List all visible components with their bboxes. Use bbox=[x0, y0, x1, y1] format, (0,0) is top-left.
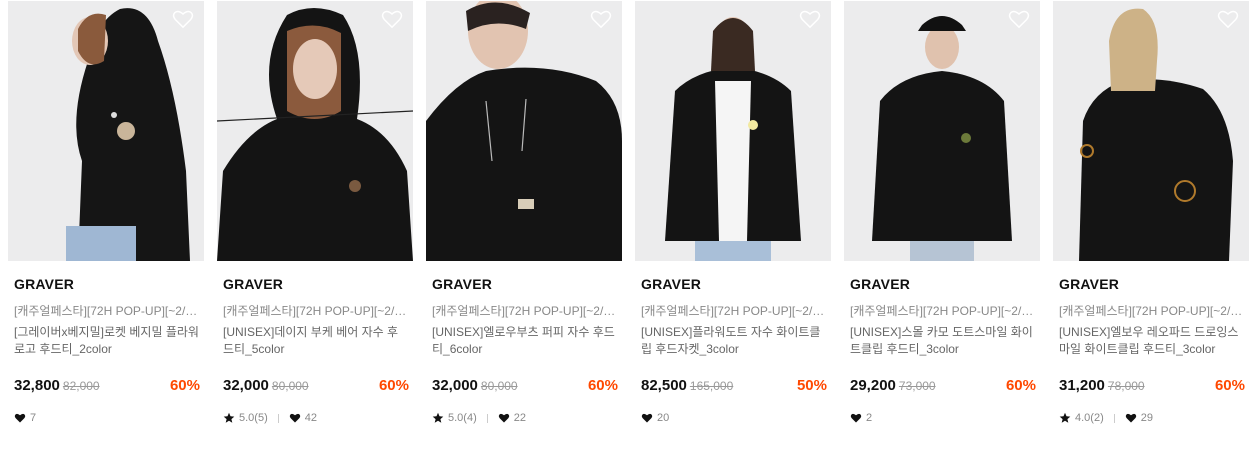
rating: 4.0(2) bbox=[1075, 412, 1104, 424]
product-meta: 7 bbox=[14, 412, 36, 424]
meta-divider bbox=[277, 413, 279, 423]
wishlist-heart-icon[interactable] bbox=[799, 9, 821, 29]
like-count: 42 bbox=[304, 412, 317, 424]
event-label: [캐주얼페스타][72H POP-UP][~2/13... bbox=[641, 304, 829, 318]
heart-icon bbox=[1125, 413, 1136, 423]
sale-price: 31,200 bbox=[1059, 377, 1105, 394]
product-photo-placeholder bbox=[1053, 1, 1249, 261]
product-name[interactable]: [UNISEX]스몰 카모 도트스마일 화이트클립 후드티_3color bbox=[850, 324, 1036, 358]
product-image[interactable] bbox=[426, 1, 622, 261]
brand-name[interactable]: GRAVER bbox=[223, 276, 283, 292]
product-image[interactable] bbox=[217, 1, 413, 261]
original-price: 73,000 bbox=[898, 379, 936, 393]
brand-name[interactable]: GRAVER bbox=[641, 276, 701, 292]
product-image[interactable] bbox=[635, 1, 831, 261]
wishlist-heart-icon[interactable] bbox=[1008, 9, 1030, 29]
sale-price: 32,000 bbox=[432, 377, 478, 394]
product-card[interactable]: GRAVER [캐주얼페스타][72H POP-UP][~2/13... [UN… bbox=[426, 0, 622, 450]
price: 82,500 165,000 bbox=[641, 377, 733, 394]
brand-name[interactable]: GRAVER bbox=[432, 276, 492, 292]
heart-icon bbox=[641, 413, 653, 423]
event-label: [캐주얼페스타][72H POP-UP][~2/13... bbox=[223, 304, 411, 318]
original-price: 78,000 bbox=[1107, 379, 1145, 393]
original-price: 80,000 bbox=[480, 379, 518, 393]
product-meta: 2 bbox=[850, 412, 872, 424]
product-meta: 5.0(5) 42 bbox=[223, 412, 317, 424]
rating: 5.0(5) bbox=[239, 412, 268, 424]
sale-price: 32,800 bbox=[14, 377, 60, 394]
product-grid: GRAVER [캐주얼페스타][72H POP-UP][~2/13... [그레… bbox=[8, 0, 1249, 450]
discount-rate: 60% bbox=[1005, 377, 1036, 394]
heart-icon bbox=[498, 413, 509, 423]
discount-rate: 60% bbox=[1214, 377, 1245, 394]
product-meta: 20 bbox=[641, 412, 669, 424]
wishlist-heart-icon[interactable] bbox=[1217, 9, 1239, 29]
like-count: 2 bbox=[866, 412, 873, 424]
product-card[interactable]: GRAVER [캐주얼페스타][72H POP-UP][~2/13... [UN… bbox=[635, 0, 831, 450]
wishlist-heart-icon[interactable] bbox=[172, 9, 194, 29]
event-label: [캐주얼페스타][72H POP-UP][~2/13... bbox=[850, 304, 1038, 318]
heart-icon bbox=[14, 413, 26, 423]
price: 29,200 73,000 bbox=[850, 377, 936, 394]
price: 32,800 82,000 bbox=[14, 377, 100, 394]
star-icon bbox=[432, 412, 444, 423]
product-name[interactable]: [UNISEX]엘로우부츠 퍼피 자수 후드티_6color bbox=[432, 324, 618, 358]
product-image[interactable] bbox=[8, 1, 204, 261]
product-name[interactable]: [UNISEX]데이지 부케 베어 자수 후드티_5color bbox=[223, 324, 409, 358]
product-photo-placeholder bbox=[844, 1, 1040, 261]
product-photo-placeholder bbox=[426, 1, 622, 261]
product-image[interactable] bbox=[844, 1, 1040, 261]
brand-name[interactable]: GRAVER bbox=[14, 276, 74, 292]
sale-price: 32,000 bbox=[223, 377, 269, 394]
product-name[interactable]: [UNISEX]엘보우 레오파드 드로잉스마일 화이트클립 후드티_3color bbox=[1059, 324, 1245, 358]
sale-price: 29,200 bbox=[850, 377, 896, 394]
wishlist-heart-icon[interactable] bbox=[590, 9, 612, 29]
product-name[interactable]: [그레이버x베지밀]로켓 베지밀 플라워 로고 후드티_2color bbox=[14, 324, 200, 358]
product-photo-placeholder bbox=[635, 1, 831, 261]
brand-name[interactable]: GRAVER bbox=[850, 276, 910, 292]
like-count: 22 bbox=[513, 412, 526, 424]
original-price: 165,000 bbox=[689, 379, 734, 393]
event-label: [캐주얼페스타][72H POP-UP][~2/13... bbox=[14, 304, 202, 318]
star-icon bbox=[223, 412, 235, 423]
discount-rate: 50% bbox=[796, 377, 827, 394]
meta-divider bbox=[1113, 413, 1115, 423]
price: 32,000 80,000 bbox=[223, 377, 309, 394]
product-card[interactable]: GRAVER [캐주얼페스타][72H POP-UP][~2/13... [그레… bbox=[8, 0, 204, 450]
product-name[interactable]: [UNISEX]플라워도트 자수 화이트클립 후드자켓_3color bbox=[641, 324, 827, 358]
like-count: 20 bbox=[657, 412, 670, 424]
heart-icon bbox=[850, 413, 862, 423]
like-count: 29 bbox=[1140, 412, 1153, 424]
product-photo-placeholder bbox=[8, 1, 204, 261]
brand-name[interactable]: GRAVER bbox=[1059, 276, 1119, 292]
event-label: [캐주얼페스타][72H POP-UP][~2/13... bbox=[1059, 304, 1247, 318]
discount-rate: 60% bbox=[378, 377, 409, 394]
original-price: 82,000 bbox=[62, 379, 100, 393]
discount-rate: 60% bbox=[587, 377, 618, 394]
product-card[interactable]: GRAVER [캐주얼페스타][72H POP-UP][~2/13... [UN… bbox=[844, 0, 1040, 450]
sale-price: 82,500 bbox=[641, 377, 687, 394]
product-meta: 4.0(2) 29 bbox=[1059, 412, 1153, 424]
product-card[interactable]: GRAVER [캐주얼페스타][72H POP-UP][~2/13... [UN… bbox=[217, 0, 413, 450]
original-price: 80,000 bbox=[271, 379, 309, 393]
meta-divider bbox=[486, 413, 488, 423]
product-photo-placeholder bbox=[217, 1, 413, 261]
heart-icon bbox=[289, 413, 300, 423]
product-image[interactable] bbox=[1053, 1, 1249, 261]
price: 31,200 78,000 bbox=[1059, 377, 1145, 394]
discount-rate: 60% bbox=[169, 377, 200, 394]
star-icon bbox=[1059, 412, 1071, 423]
product-meta: 5.0(4) 22 bbox=[432, 412, 526, 424]
like-count: 7 bbox=[30, 412, 37, 424]
rating: 5.0(4) bbox=[448, 412, 477, 424]
product-card[interactable]: GRAVER [캐주얼페스타][72H POP-UP][~2/13... [UN… bbox=[1053, 0, 1249, 450]
price: 32,000 80,000 bbox=[432, 377, 518, 394]
event-label: [캐주얼페스타][72H POP-UP][~2/13... bbox=[432, 304, 620, 318]
wishlist-heart-icon[interactable] bbox=[381, 9, 403, 29]
